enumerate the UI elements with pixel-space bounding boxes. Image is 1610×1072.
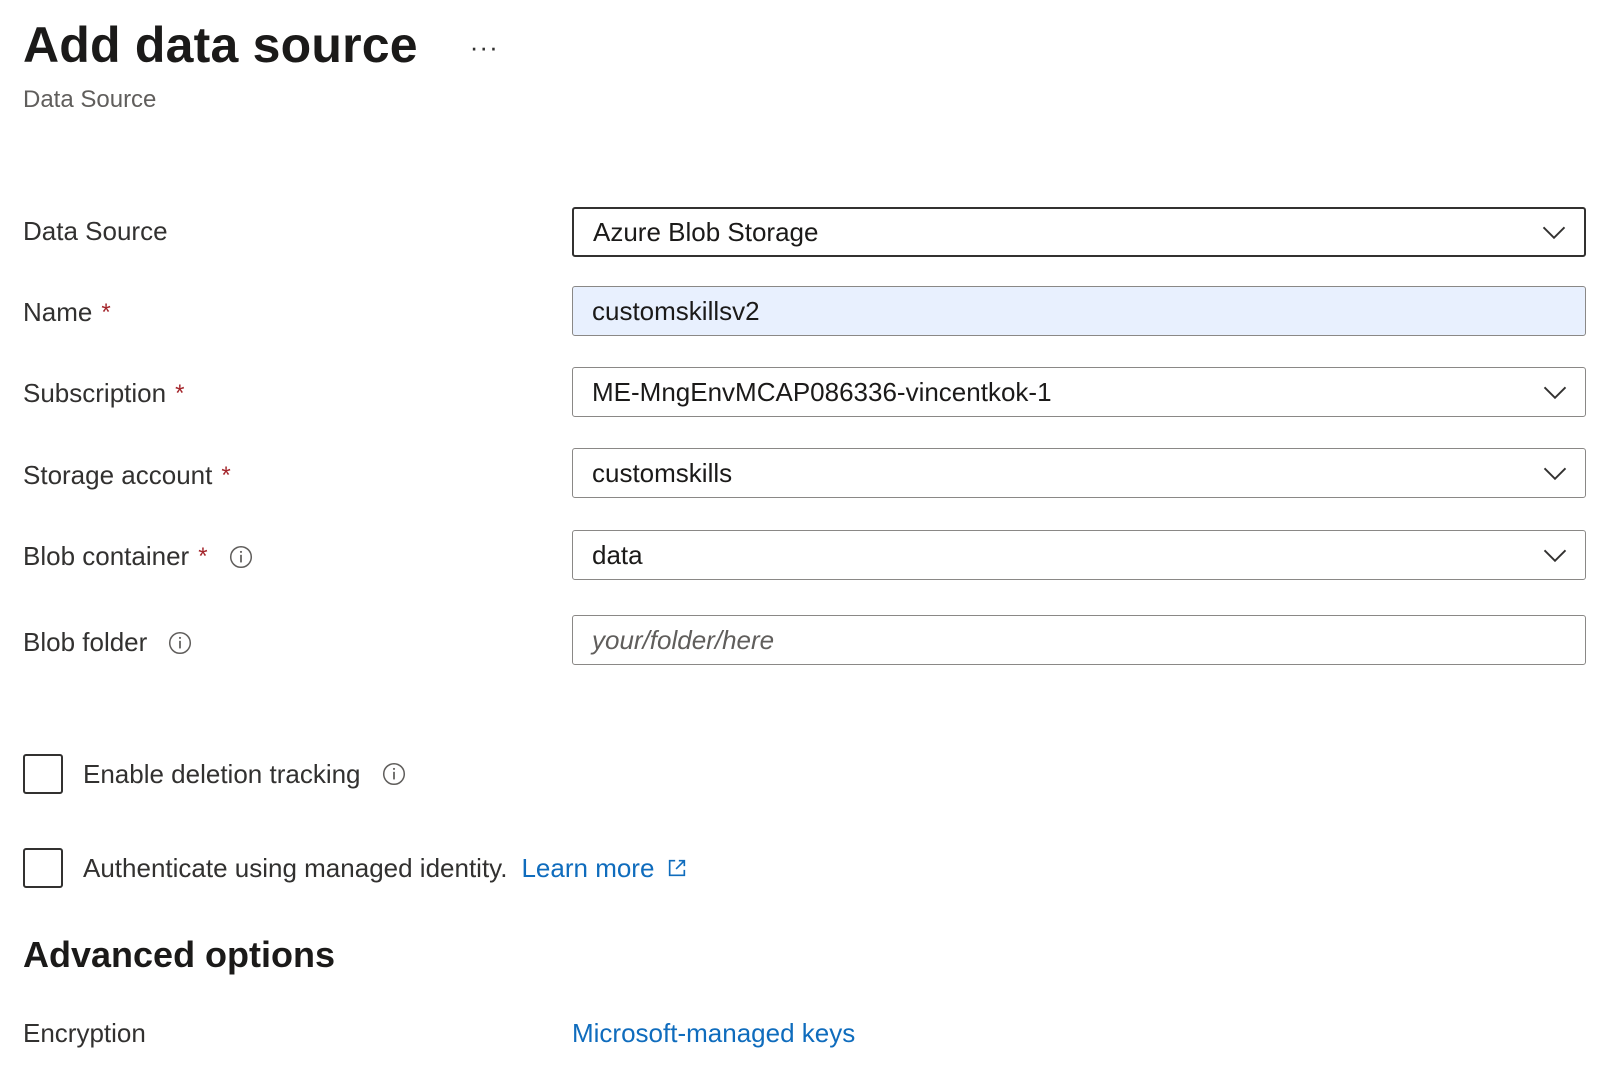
- blob-container-value: data: [592, 539, 643, 570]
- learn-more-link[interactable]: Learn more: [521, 853, 654, 884]
- chevron-down-icon: [1543, 549, 1567, 563]
- required-marker: *: [221, 461, 231, 489]
- subscription-label: Subscription *: [23, 378, 184, 409]
- title-row: Add data source ···: [23, 16, 499, 74]
- blob-container-dropdown[interactable]: data: [572, 530, 1586, 580]
- required-marker: *: [175, 379, 185, 407]
- data-source-dropdown[interactable]: Azure Blob Storage: [572, 207, 1586, 257]
- blob-container-label: Blob container *: [23, 541, 254, 572]
- subscription-label-text: Subscription: [23, 378, 167, 408]
- chevron-down-icon: [1542, 226, 1566, 240]
- subscription-value: ME-MngEnvMCAP086336-vincentkok-1: [592, 376, 1052, 407]
- storage-account-label-text: Storage account: [23, 460, 213, 490]
- blob-folder-input[interactable]: your/folder/here: [572, 615, 1586, 665]
- blob-folder-label-text: Blob folder: [23, 627, 148, 657]
- page-subtitle: Data Source: [23, 86, 157, 113]
- more-options-button[interactable]: ···: [470, 34, 499, 60]
- storage-account-label: Storage account *: [23, 460, 231, 491]
- chevron-down-icon: [1543, 467, 1567, 481]
- subscription-dropdown[interactable]: ME-MngEnvMCAP086336-vincentkok-1: [572, 367, 1586, 417]
- deletion-tracking-row: Enable deletion tracking: [23, 754, 407, 794]
- data-source-label: Data Source: [23, 216, 168, 247]
- info-icon[interactable]: [381, 761, 407, 787]
- blob-folder-label: Blob folder: [23, 627, 193, 658]
- managed-identity-row: Authenticate using managed identity. Lea…: [23, 848, 688, 888]
- encryption-link[interactable]: Microsoft-managed keys: [572, 1018, 855, 1049]
- managed-identity-label: Authenticate using managed identity.: [83, 852, 508, 883]
- chevron-down-icon: [1543, 386, 1567, 400]
- managed-identity-checkbox[interactable]: [23, 848, 63, 888]
- storage-account-dropdown[interactable]: customskills: [572, 448, 1586, 498]
- required-marker: *: [101, 298, 111, 326]
- blob-folder-placeholder: your/folder/here: [592, 624, 775, 655]
- deletion-tracking-label: Enable deletion tracking: [83, 758, 361, 789]
- encryption-label: Encryption: [23, 1018, 146, 1048]
- data-source-label-text: Data Source: [23, 216, 168, 246]
- name-value: customskillsv2: [592, 295, 760, 326]
- external-link-icon[interactable]: [666, 857, 688, 879]
- page-title: Add data source: [23, 17, 418, 73]
- info-icon[interactable]: [167, 630, 193, 656]
- data-source-value: Azure Blob Storage: [593, 216, 819, 247]
- name-label-text: Name: [23, 297, 93, 327]
- add-data-source-page: Add data source ··· Data Source Data Sou…: [0, 0, 1610, 1072]
- storage-account-value: customskills: [592, 457, 733, 488]
- deletion-tracking-checkbox[interactable]: [23, 754, 63, 794]
- advanced-options-heading: Advanced options: [23, 934, 336, 975]
- info-icon[interactable]: [228, 544, 254, 570]
- blob-container-label-text: Blob container: [23, 541, 190, 571]
- name-label: Name *: [23, 297, 111, 328]
- required-marker: *: [198, 542, 208, 570]
- name-input[interactable]: customskillsv2: [572, 286, 1586, 336]
